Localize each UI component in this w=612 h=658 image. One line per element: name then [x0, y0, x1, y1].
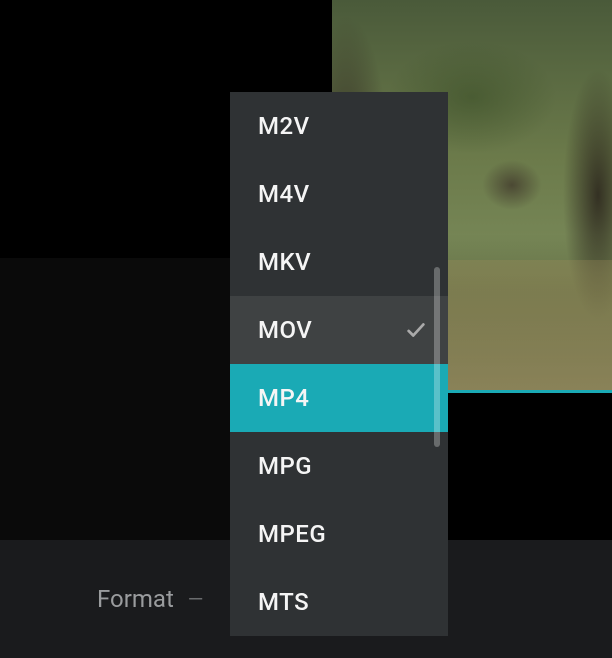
format-option-label: M2V: [258, 112, 310, 140]
format-option-label: MTS: [258, 588, 309, 616]
format-option-label: MKV: [258, 248, 311, 276]
format-option-mpg[interactable]: MPG: [230, 432, 448, 500]
format-option-label: MPG: [258, 452, 312, 480]
format-option-m2v[interactable]: M2V: [230, 92, 448, 160]
scrollbar-thumb[interactable]: [434, 267, 440, 447]
format-option-label: M4V: [258, 180, 310, 208]
format-option-mov[interactable]: MOV: [230, 296, 448, 364]
check-icon: [404, 318, 428, 342]
format-dropdown[interactable]: M2V M4V MKV MOV MP4 MPG MPEG MTS: [230, 92, 448, 636]
video-content: [482, 160, 542, 210]
format-label: Format: [97, 585, 174, 613]
format-value-dash: —: [188, 587, 204, 611]
format-option-label: MP4: [258, 384, 309, 412]
format-option-mpeg[interactable]: MPEG: [230, 500, 448, 568]
format-option-mp4[interactable]: MP4: [230, 364, 448, 432]
format-option-mkv[interactable]: MKV: [230, 228, 448, 296]
format-option-label: MPEG: [258, 520, 326, 548]
format-option-label: MOV: [258, 316, 312, 344]
format-option-mts[interactable]: MTS: [230, 568, 448, 636]
format-option-m4v[interactable]: M4V: [230, 160, 448, 228]
